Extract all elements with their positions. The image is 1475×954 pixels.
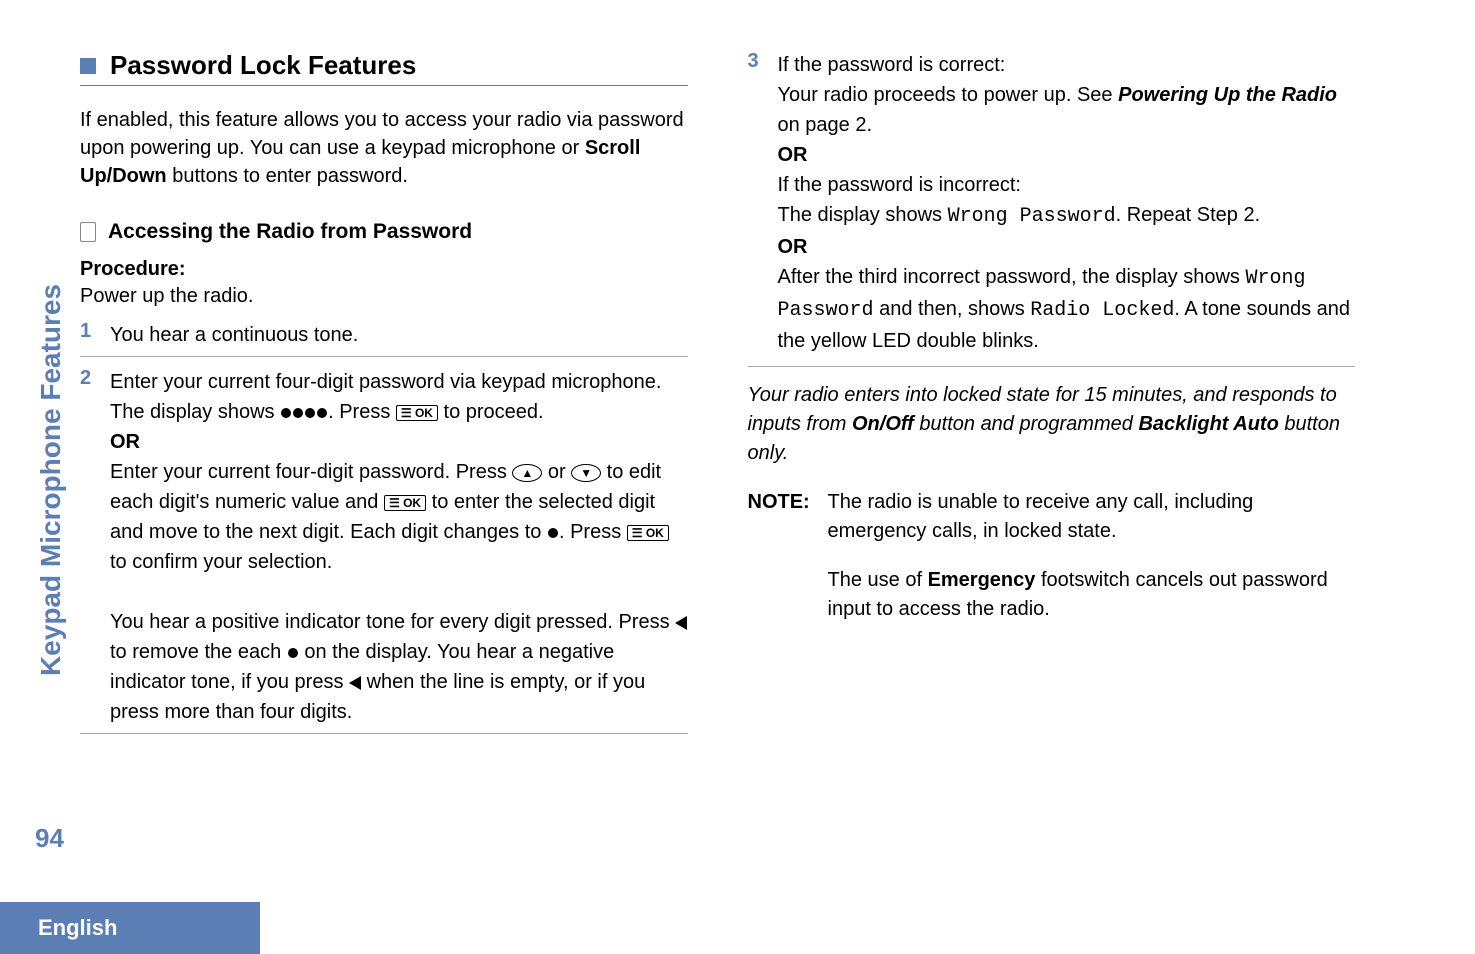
note-p2a: The use of [828, 569, 928, 591]
document-icon [80, 222, 96, 242]
s3-line4b: . Repeat Step 2. [1116, 204, 1261, 226]
s2-line4a: You hear a positive indicator tone for e… [110, 611, 675, 633]
ok-button-icon: ☰ OK [627, 525, 669, 541]
section-title: Password Lock Features [110, 50, 416, 81]
subsection-header: Accessing the Radio from Password [80, 220, 688, 244]
down-button-icon: ▼ [571, 464, 601, 482]
page-content: Password Lock Features If enabled, this … [0, 0, 1475, 744]
footer-language-bar: English [0, 902, 260, 954]
s3-line5b: and then, shows [874, 298, 1031, 320]
dot-icon [293, 408, 303, 418]
dot-icon [317, 408, 327, 418]
left-column: Password Lock Features If enabled, this … [50, 50, 718, 744]
s2-line2a: The display shows [110, 401, 280, 423]
left-arrow-icon [349, 676, 361, 690]
s3-line2a: Your radio proceeds to power up. See [778, 84, 1119, 106]
left-arrow-icon [675, 616, 687, 630]
step-number-3: 3 [748, 50, 778, 356]
s3-line4a: The display shows [778, 204, 948, 226]
s2-line3e: . Press [559, 521, 627, 543]
section-intro: If enabled, this feature allows you to a… [80, 106, 688, 190]
dot-icon [548, 528, 558, 538]
note-block: NOTE: The radio is unable to receive any… [748, 488, 1356, 644]
s3-line1: If the password is correct: [778, 54, 1006, 76]
footer-language: English [38, 915, 117, 941]
step-1-text: You hear a continuous tone. [110, 320, 688, 350]
s3-line3: If the password is incorrect: [778, 174, 1021, 196]
note-p2-bold: Emergency [928, 569, 1036, 591]
right-column: 3 If the password is correct: Your radio… [718, 50, 1376, 744]
step-number-1: 1 [80, 320, 110, 350]
up-button-icon: ▲ [512, 464, 542, 482]
s2-line2c: to proceed. [438, 401, 544, 423]
step-3: 3 If the password is correct: Your radio… [748, 50, 1356, 367]
s3-or2: OR [778, 236, 808, 258]
intro-text-2: buttons to enter password. [167, 165, 408, 187]
dot-icon [281, 408, 291, 418]
s3-or1: OR [778, 144, 808, 166]
note-italic-b1: On/Off [852, 413, 914, 435]
note-italic: Your radio enters into locked state for … [748, 381, 1356, 468]
s3-line2b: on page 2. [778, 114, 873, 136]
s3-line2-bold: Powering Up the Radio [1118, 84, 1337, 106]
s3-mono3: Radio Locked [1030, 299, 1174, 322]
s2-or: OR [110, 431, 140, 453]
ok-button-icon: ☰ OK [396, 405, 438, 421]
s2-line3f: to confirm your selection. [110, 551, 332, 573]
section-header: Password Lock Features [80, 50, 688, 86]
s2-line1: Enter your current four-digit password v… [110, 371, 661, 393]
procedure-intro: Power up the radio. [80, 285, 688, 308]
dot-icon [288, 648, 298, 658]
note-p1: The radio is unable to receive any call,… [828, 488, 1356, 546]
step-1: 1 You hear a continuous tone. [80, 320, 688, 357]
step-number-2: 2 [80, 367, 110, 727]
sidebar-section-label: Keypad Microphone Features [35, 284, 67, 676]
page-number: 94 [35, 823, 64, 854]
note-italic-b2: Backlight Auto [1138, 413, 1278, 435]
note-p2: The use of Emergency footswitch cancels … [828, 566, 1356, 624]
s2-line2b: . Press [328, 401, 396, 423]
s2-line4b: to remove the each [110, 641, 287, 663]
note-italic-2: button and programmed [914, 413, 1139, 435]
s2-line3a: Enter your current four-digit password. … [110, 461, 512, 483]
dot-icon [305, 408, 315, 418]
note-body: The radio is unable to receive any call,… [828, 488, 1356, 644]
note-label: NOTE: [748, 488, 828, 644]
step-3-text: If the password is correct: Your radio p… [778, 50, 1356, 356]
s3-line5a: After the third incorrect password, the … [778, 266, 1246, 288]
step-2-text: Enter your current four-digit password v… [110, 367, 688, 727]
s3-mono1: Wrong Password [948, 205, 1116, 228]
procedure-label: Procedure: [80, 258, 688, 281]
step-2: 2 Enter your current four-digit password… [80, 367, 688, 734]
subsection-title: Accessing the Radio from Password [108, 220, 472, 244]
ok-button-icon: ☰ OK [384, 495, 426, 511]
s2-line3b: or [542, 461, 571, 483]
section-marker-icon [80, 58, 96, 74]
